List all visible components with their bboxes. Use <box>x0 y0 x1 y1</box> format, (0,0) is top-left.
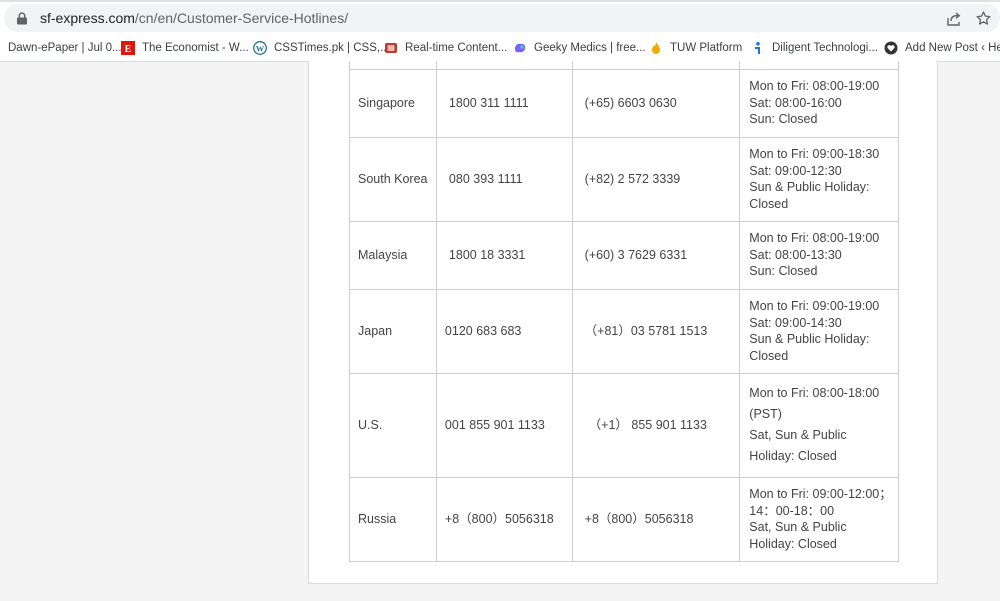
local-hotline-cell: 1800 311 1111 <box>435 68 573 138</box>
bookmark-dawn-epaper[interactable]: Dawn-ePaper | Jul 0... <box>8 39 122 57</box>
bookmark-label: Add New Post ‹ He... <box>905 42 1000 54</box>
table-row: Malaysia 1800 18 3331 (+60) 3 7629 6331 … <box>349 220 899 290</box>
country-cell: Malaysia <box>349 220 437 290</box>
heart-icon <box>884 41 898 55</box>
bookmark-label: The Economist - W... <box>142 42 249 54</box>
svg-text:E: E <box>125 44 132 55</box>
intl-hotline-cell: (+82) 2 572 3339 <box>571 136 741 222</box>
intl-hotline-cell: +8（800）5056318 <box>571 476 741 562</box>
economist-icon: E <box>121 41 135 55</box>
geeky-medics-icon <box>513 41 527 55</box>
bookmark-label: Real-time Content... <box>405 42 508 54</box>
bookmark-diligent-technologies[interactable]: Diligent Technologi... <box>751 39 878 57</box>
country-cell: Singapore <box>349 68 437 138</box>
country-cell: South Korea <box>349 136 437 222</box>
table-row: Singapore 1800 311 1111 (+65) 6603 0630 … <box>349 68 899 138</box>
bookmark-tuw-platform[interactable]: TUW Platform <box>649 39 742 57</box>
hours-cell: Mon to Fri: 09:00-18:30 Sat: 09:00-12:30… <box>739 136 899 222</box>
local-hotline-cell: 1800 18 3331 <box>435 220 573 290</box>
intl-hotline-cell: （+81）03 5781 1513 <box>571 288 741 374</box>
hotlines-table: Singapore 1800 311 1111 (+65) 6603 0630 … <box>349 61 899 562</box>
bookmark-label: Geeky Medics | free... <box>534 42 646 54</box>
intl-hotline-cell: (+60) 3 7629 6331 <box>571 220 741 290</box>
local-hotline-cell: 080 393 1111 <box>435 136 573 222</box>
table-row: Russia +8（800）5056318 +8（800）5056318 Mon… <box>349 476 899 562</box>
table-row-partial <box>349 61 899 70</box>
bookmark-csstimes[interactable]: W CSSTimes.pk | CSS,... <box>253 39 390 57</box>
country-cell: U.S. <box>349 372 437 478</box>
bookmark-the-economist[interactable]: E The Economist - W... <box>121 39 249 57</box>
address-bar: sf-express.com/cn/en/Customer-Service-Ho… <box>0 0 1000 35</box>
local-hotline-cell: 001 855 901 1133 <box>435 372 573 478</box>
hours-cell: Mon to Fri: 09:00-19:00 Sat: 09:00-14:30… <box>739 288 899 374</box>
page-content: Singapore 1800 311 1111 (+65) 6603 0630 … <box>0 61 1000 601</box>
hours-cell: Mon to Fri: 08:00-18:00 (PST) Sat, Sun &… <box>739 372 899 478</box>
svg-text:W: W <box>256 43 265 53</box>
bookmark-label: Dawn-ePaper | Jul 0... <box>8 42 122 54</box>
table-row: South Korea 080 393 1111 (+82) 2 572 333… <box>349 136 899 222</box>
wordpress-icon: W <box>253 41 267 55</box>
tab-strip-edge <box>0 0 1000 2</box>
intl-hotline-cell: （+1） 855 901 1133 <box>571 372 741 478</box>
url-path: /cn/en/Customer-Service-Hotlines/ <box>134 10 349 26</box>
lock-icon[interactable] <box>16 12 28 25</box>
share-icon[interactable] <box>946 11 962 27</box>
local-hotline-cell: 0120 683 683 <box>435 288 573 374</box>
table-row: Japan 0120 683 683 （+81）03 5781 1513 Mon… <box>349 288 899 374</box>
flame-icon <box>649 41 663 55</box>
url-host: sf-express.com <box>40 10 135 26</box>
hours-cell: Mon to Fri: 08:00-19:00 Sat: 08:00-13:30… <box>739 220 899 290</box>
local-hotline-cell: +8（800）5056318 <box>435 476 573 562</box>
diligent-icon <box>751 41 765 55</box>
bookmark-star-icon[interactable] <box>975 10 992 27</box>
hours-cell: Mon to Fri: 08:00-19:00 Sat: 08:00-16:00… <box>739 68 899 138</box>
bookmark-label: TUW Platform <box>670 42 743 54</box>
content-card: Singapore 1800 311 1111 (+65) 6603 0630 … <box>308 61 938 584</box>
bookmarks-bar: Dawn-ePaper | Jul 0... E The Economist -… <box>0 35 1000 62</box>
content-icon <box>384 41 398 55</box>
bookmark-real-time-content[interactable]: Real-time Content... <box>384 39 507 57</box>
table-row: U.S. 001 855 901 1133 （+1） 855 901 1133 … <box>349 372 899 478</box>
country-cell: Japan <box>349 288 437 374</box>
bookmark-add-new-post[interactable]: Add New Post ‹ He... <box>884 39 1000 57</box>
bookmark-geeky-medics[interactable]: Geeky Medics | free... <box>513 39 646 57</box>
hours-cell: Mon to Fri: 09:00-12:00； 14：00-18：00 Sat… <box>739 476 899 562</box>
bookmark-label: Diligent Technologi... <box>772 42 878 54</box>
omnibox[interactable]: sf-express.com/cn/en/Customer-Service-Ho… <box>4 4 1000 32</box>
country-cell: Russia <box>349 476 437 562</box>
intl-hotline-cell: (+65) 6603 0630 <box>571 68 741 138</box>
bookmark-label: CSSTimes.pk | CSS,... <box>274 42 390 54</box>
url-text[interactable]: sf-express.com/cn/en/Customer-Service-Ho… <box>40 10 348 26</box>
